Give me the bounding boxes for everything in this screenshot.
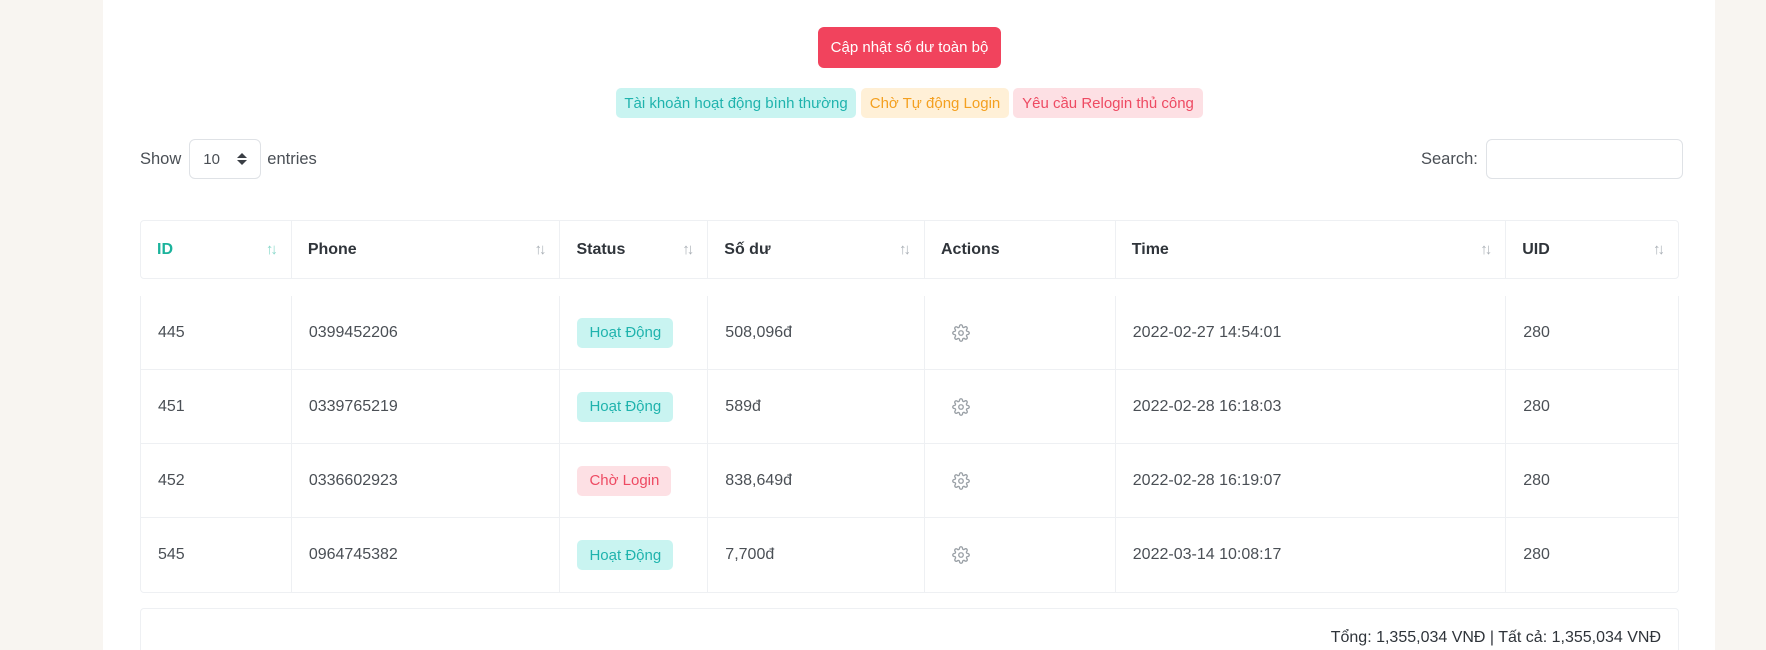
status-badge: Hoạt Động — [577, 540, 674, 570]
entries-select-value: 10 — [203, 150, 220, 168]
cell-time: 2022-02-28 16:19:07 — [1116, 444, 1507, 517]
sort-icon: ↑↓ — [682, 241, 694, 258]
update-all-balance-button[interactable]: Cập nhật số dư toàn bộ — [818, 27, 1001, 68]
column-header-actions: Actions — [925, 221, 1116, 278]
table-row: 452 0336602923 Chờ Login 838,649đ 2022-0… — [141, 444, 1678, 518]
cell-uid: 280 — [1523, 397, 1550, 415]
cell-id: 452 — [141, 444, 292, 517]
select-caret-icon — [237, 153, 248, 165]
cell-phone: 0336602923 — [292, 444, 561, 517]
cell-status: Hoạt Động — [560, 296, 709, 369]
settings-gear-icon[interactable] — [952, 397, 970, 416]
cell-balance: 7,700đ — [708, 518, 926, 592]
cell-actions — [925, 518, 1116, 592]
cell-uid: 280 — [1523, 471, 1550, 489]
cell-id: 545 — [141, 518, 292, 592]
cell-time: 2022-02-27 14:54:01 — [1116, 296, 1507, 369]
legend-normal-badge: Tài khoản hoạt động bình thường — [616, 88, 856, 118]
column-header-label: Actions — [941, 240, 1000, 258]
column-header-id[interactable]: ID ↑↓ — [141, 221, 292, 278]
table-footer: Tổng: 1,355,034 VNĐ | Tất cả: 1,355,034 … — [140, 608, 1679, 650]
entries-length-control: Show 10 entries — [140, 139, 317, 179]
cell-phone: 0964745382 — [292, 518, 561, 592]
cell-time: 2022-03-14 10:08:17 — [1116, 518, 1507, 592]
table-body: 445 0399452206 Hoạt Động 508,096đ 2022-0… — [140, 296, 1679, 593]
sort-icon: ↑↓ — [1480, 241, 1492, 258]
status-badge: Hoạt Động — [577, 391, 674, 422]
cell-status: Hoạt Động — [560, 370, 709, 443]
entries-label: entries — [267, 149, 317, 168]
column-header-phone[interactable]: Phone ↑↓ — [292, 221, 561, 278]
cell-status: Hoạt Động — [560, 518, 709, 592]
cell-actions — [925, 370, 1116, 443]
column-header-label: Phone — [307, 240, 357, 258]
column-header-time[interactable]: Time ↑↓ — [1116, 221, 1507, 278]
column-header-status[interactable]: Status ↑↓ — [560, 221, 709, 278]
legend-auto-login-badge: Chờ Tự động Login — [861, 88, 1009, 118]
column-header-label: Status — [576, 240, 626, 258]
cell-actions — [925, 444, 1116, 517]
column-header-label: ID — [157, 240, 173, 258]
cell-time: 2022-02-28 16:18:03 — [1116, 370, 1507, 443]
cell-balance: 838,649đ — [708, 444, 926, 517]
sort-icon: ↑↓ — [1653, 241, 1665, 258]
search-control: Search: — [1421, 139, 1683, 179]
table-row: 451 0339765219 Hoạt Động 589đ 2022-02-28… — [141, 370, 1678, 444]
status-badge: Chờ Login — [577, 465, 672, 496]
status-badge: Hoạt Động — [577, 317, 674, 348]
cell-uid: 280 — [1523, 323, 1550, 341]
table-row: 445 0399452206 Hoạt Động 508,096đ 2022-0… — [141, 296, 1678, 370]
search-label: Search: — [1421, 149, 1478, 168]
total-balance-text: Tổng: 1,355,034 VNĐ | Tất cả: 1,355,034 … — [1330, 629, 1661, 646]
settings-gear-icon[interactable] — [952, 323, 970, 342]
column-header-uid[interactable]: UID ↑↓ — [1506, 221, 1678, 278]
column-header-label: Số dư — [724, 240, 771, 258]
sort-icon: ↑↓ — [265, 241, 278, 258]
legend-manual-relogin-badge: Yêu cầu Relogin thủ công — [1013, 88, 1203, 118]
show-label: Show — [140, 149, 182, 168]
cell-balance: 508,096đ — [708, 296, 926, 369]
column-header-label: UID — [1522, 240, 1550, 258]
sort-icon: ↑↓ — [899, 241, 911, 258]
cell-id: 445 — [141, 296, 292, 369]
cell-phone: 0339765219 — [292, 370, 561, 443]
table-header: ID ↑↓ Phone ↑↓ Status ↑↓ Số dư ↑↓ Action… — [140, 220, 1679, 279]
column-header-label: Time — [1131, 240, 1169, 258]
column-header-balance[interactable]: Số dư ↑↓ — [708, 221, 925, 278]
cell-id: 451 — [141, 370, 292, 443]
settings-gear-icon[interactable] — [952, 471, 970, 490]
sort-icon: ↑↓ — [534, 241, 546, 258]
cell-balance: 589đ — [708, 370, 926, 443]
entries-select[interactable]: 10 — [189, 139, 262, 179]
search-input[interactable] — [1485, 139, 1683, 179]
settings-gear-icon[interactable] — [952, 546, 970, 564]
table-row: 545 0964745382 Hoạt Động 7,700đ 2022-03-… — [141, 518, 1678, 592]
cell-actions — [925, 296, 1116, 369]
cell-phone: 0399452206 — [292, 296, 561, 369]
cell-uid: 280 — [1523, 546, 1550, 563]
cell-status: Chờ Login — [560, 444, 709, 517]
